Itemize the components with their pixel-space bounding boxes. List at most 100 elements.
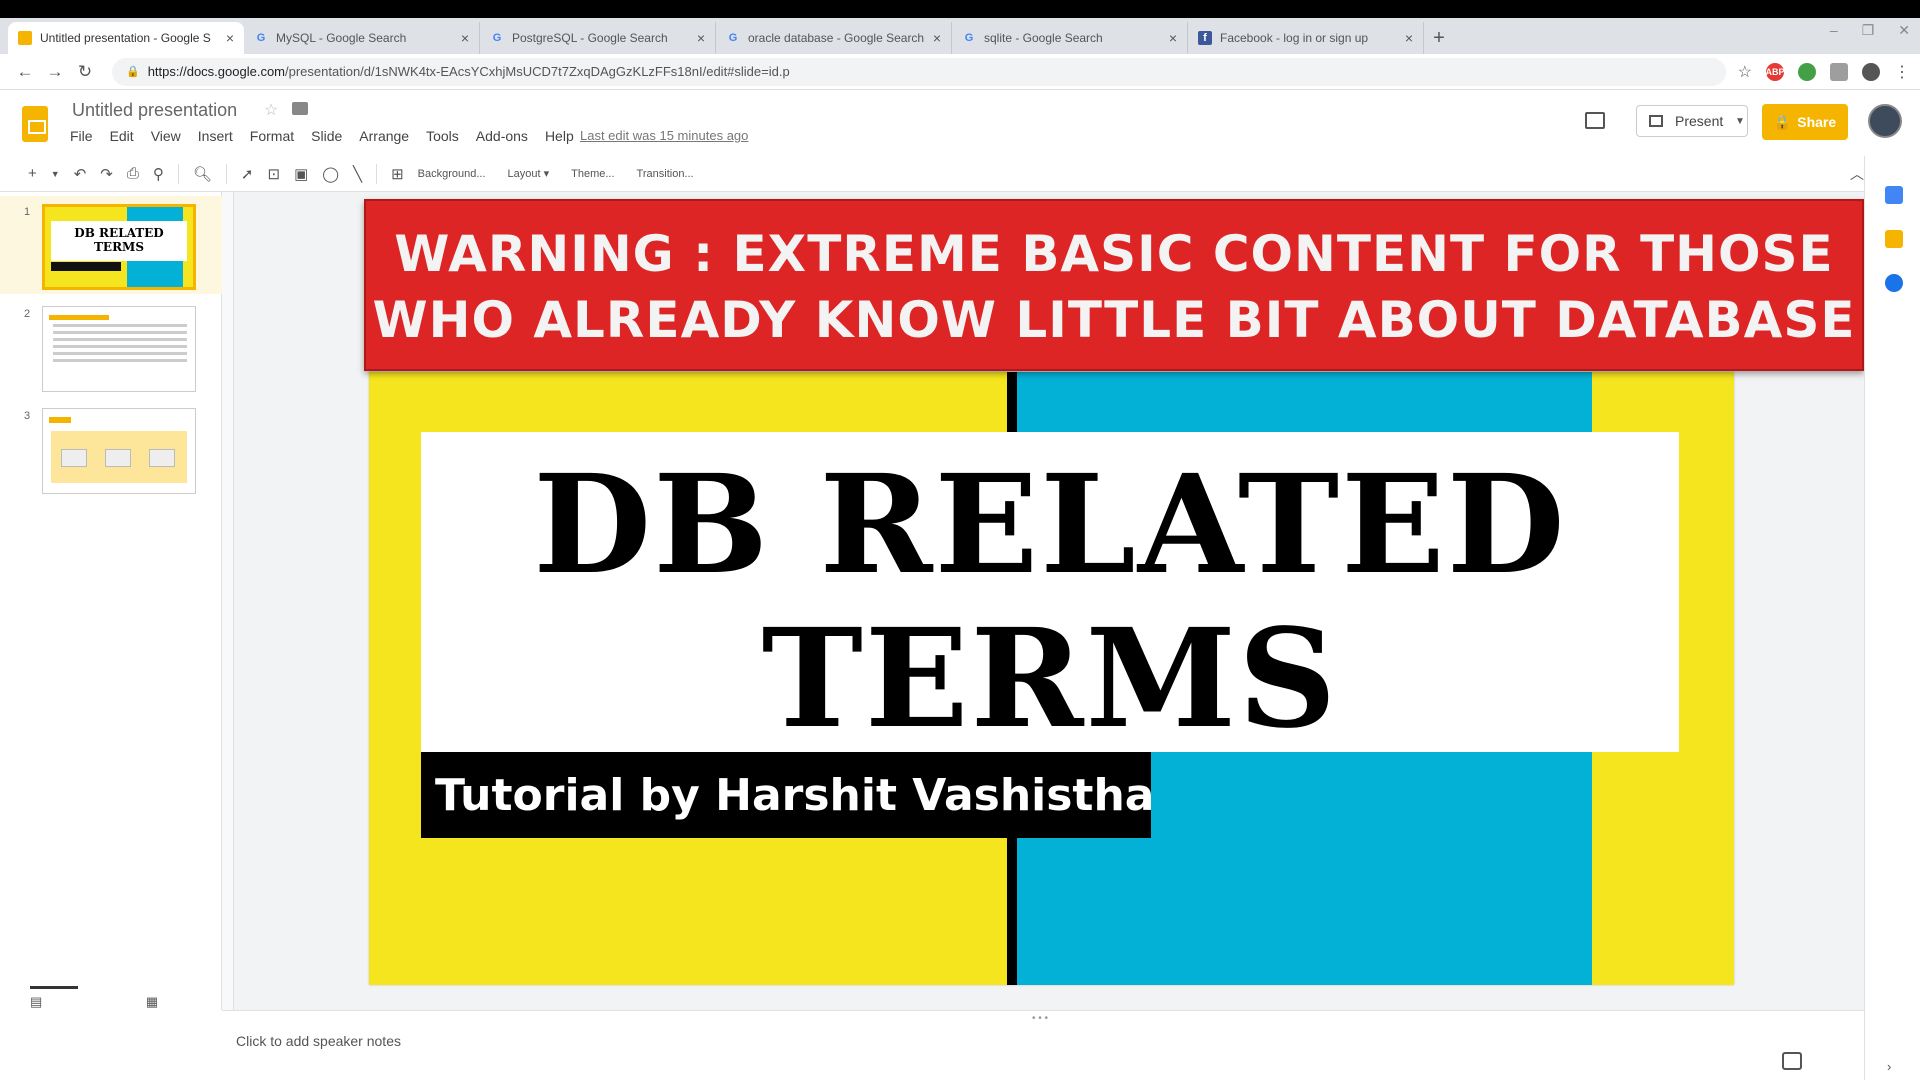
background-button[interactable]: Background... [418,168,486,180]
redo-icon[interactable]: ↷ [100,165,113,183]
image-icon[interactable]: ▣ [294,165,308,183]
maximize-icon[interactable]: ❐ [1862,22,1875,39]
select-icon[interactable]: ➚ [241,165,254,183]
url-input[interactable]: 🔒 https://docs.google.com /presentation/… [112,57,1726,86]
keep-icon[interactable] [1885,230,1903,248]
menu-file[interactable]: File [70,128,93,144]
star-icon[interactable]: ☆ [264,100,278,120]
slides-logo-icon[interactable] [22,106,48,142]
thumbnail-preview: DB RELATED TERMS [45,207,193,287]
calendar-icon[interactable] [1885,186,1903,204]
slide-number: 3 [24,410,31,422]
document-title[interactable]: Untitled presentation [72,100,237,121]
slide-filmstrip: 1 DB RELATED TERMS 2 3 ▤ ▦ [0,192,222,1010]
warning-line-1: WARNING : EXTREME BASIC CONTENT FOR THOS… [394,225,1834,283]
bookmark-star-icon[interactable]: ☆ [1738,62,1752,82]
present-dropdown-icon[interactable]: ▼ [1730,105,1750,137]
last-edit-link[interactable]: Last edit was 15 minutes ago [580,128,748,143]
menu-edit[interactable]: Edit [110,128,134,144]
layout-button[interactable]: Layout ▾ [508,167,550,180]
avatar[interactable] [1868,104,1902,138]
print-icon[interactable]: ⎙ [127,165,139,182]
thumbnail-heading [49,315,109,320]
google-icon: G [728,32,738,44]
comment-add-icon[interactable]: ⊞ [391,165,404,183]
close-window-icon[interactable]: ✕ [1898,22,1910,39]
folder-icon[interactable] [292,102,308,115]
line-icon[interactable]: ╲ [353,165,362,183]
comments-icon[interactable] [1585,112,1605,129]
new-slide-dropdown-icon[interactable]: ▼ [51,169,60,179]
reload-icon[interactable]: ↻ [70,62,100,82]
extension-icon[interactable] [1798,62,1816,81]
slides-icon [18,31,32,45]
profile-icon[interactable] [1862,62,1880,81]
thumbnail-heading [49,417,71,423]
thumbnail-text-line [53,324,187,327]
tab-title: Untitled presentation - Google S [40,31,211,45]
thumbnail-text-line [53,331,187,334]
url-host: https://docs.google.com [147,64,286,79]
close-tab-icon[interactable]: × [1169,30,1177,46]
shape-icon[interactable]: ◯ [322,165,339,183]
slide-thumbnail[interactable] [42,306,196,392]
close-tab-icon[interactable]: × [933,30,941,46]
browser-menu-icon[interactable]: ⋮ [1894,62,1910,82]
menu-slide[interactable]: Slide [311,128,342,144]
menu-help[interactable]: Help [545,128,574,144]
zoom-icon[interactable]: 🔍︎ [193,165,212,183]
close-tab-icon[interactable]: × [461,30,469,46]
minimize-icon[interactable]: – [1830,22,1838,39]
theme-button[interactable]: Theme... [571,168,614,180]
collapse-toolbar-icon[interactable]: ︿ [1850,164,1864,184]
browser-tab-facebook[interactable]: f Facebook - log in or sign up × [1188,22,1424,54]
expand-panel-icon[interactable]: › [1887,1059,1891,1074]
paint-format-icon[interactable]: ⚲ [153,165,164,183]
slide-thumbnail[interactable] [42,408,196,494]
browser-tab-oracle[interactable]: G oracle database - Google Search × [716,22,952,54]
browser-tab-postgresql[interactable]: G PostgreSQL - Google Search × [480,22,716,54]
slide-thumbnail-row[interactable]: 3 [0,400,222,498]
menu-addons[interactable]: Add-ons [476,128,528,144]
grid-view-icon[interactable]: ▦ [146,994,158,1009]
transition-button[interactable]: Transition... [637,168,694,180]
slide-number: 2 [24,308,31,320]
extensions: ☆ ABP ⋮ [1738,62,1910,82]
slide-thumbnail-row[interactable]: 1 DB RELATED TERMS [0,196,222,294]
menu-view[interactable]: View [151,128,181,144]
menu-insert[interactable]: Insert [198,128,233,144]
browser-tab-sqlite[interactable]: G sqlite - Google Search × [952,22,1188,54]
new-slide-icon[interactable]: + [28,165,37,182]
text-box-icon[interactable]: ⊡ [267,165,280,183]
active-view-indicator [30,986,78,989]
adblock-icon[interactable]: ABP [1766,62,1785,81]
thumbnail-card [61,449,87,467]
close-tab-icon[interactable]: × [226,30,234,46]
close-tab-icon[interactable]: × [1405,30,1413,46]
tasks-icon[interactable] [1885,274,1903,292]
close-tab-icon[interactable]: × [697,30,705,46]
filmstrip-view-icon[interactable]: ▤ [30,994,42,1009]
thumbnail-text-line [53,338,187,341]
share-button[interactable]: 🔒 Share [1762,104,1848,140]
title-text-box[interactable]: DB RELATED TERMS [421,432,1679,754]
view-switcher: ▤ ▦ [30,986,158,1010]
slide-canvas[interactable]: DB RELATED TERMS Tutorial by Harshit Vas… [369,372,1734,985]
forward-icon[interactable]: → [40,62,70,82]
extension-icon[interactable] [1830,62,1848,81]
speaker-notes[interactable]: • • • Click to add speaker notes [222,1010,1864,1080]
undo-icon[interactable]: ↶ [74,165,87,183]
browser-tab-mysql[interactable]: G MySQL - Google Search × [244,22,480,54]
menu-arrange[interactable]: Arrange [359,128,409,144]
tab-title: sqlite - Google Search [984,31,1103,45]
browser-tab-slides[interactable]: Untitled presentation - Google S × [8,22,244,54]
back-icon[interactable]: ← [10,62,40,82]
menu-format[interactable]: Format [250,128,294,144]
resize-handle-icon[interactable]: • • • [1032,1013,1048,1024]
menu-tools[interactable]: Tools [426,128,459,144]
slide-thumbnail-row[interactable]: 2 [0,298,222,396]
new-tab-button[interactable]: + [1424,22,1454,54]
slide-subtitle[interactable]: Tutorial by Harshit Vashistha [421,752,1154,838]
slide-thumbnail[interactable]: DB RELATED TERMS [42,204,196,290]
explore-icon[interactable] [1782,1052,1802,1070]
